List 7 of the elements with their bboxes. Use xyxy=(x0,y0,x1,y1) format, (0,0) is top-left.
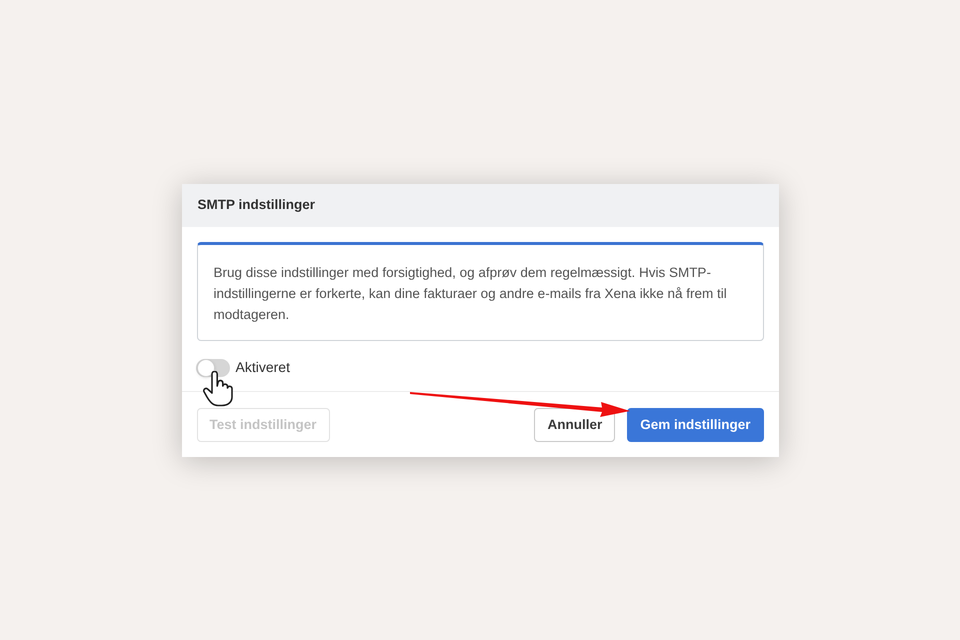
dialog-title: SMTP indstillinger xyxy=(198,196,316,214)
secondary-button[interactable]: Annuller xyxy=(534,408,616,442)
toggle-switch[interactable] xyxy=(196,358,230,376)
save-button[interactable]: Gem indstillinger xyxy=(627,408,764,442)
toggle-label: Aktiveret xyxy=(236,358,290,377)
hand-pointer-icon xyxy=(202,371,236,407)
notice-text: Brug disse indstillinger med forsigtighed, og afprøv dem regelmæssigt. Hvis SMTP-indstillingerne er forkerte, kan dine fakturaer og andre e-mails fra Xena ikke nå frem til modtageren. xyxy=(214,264,728,324)
